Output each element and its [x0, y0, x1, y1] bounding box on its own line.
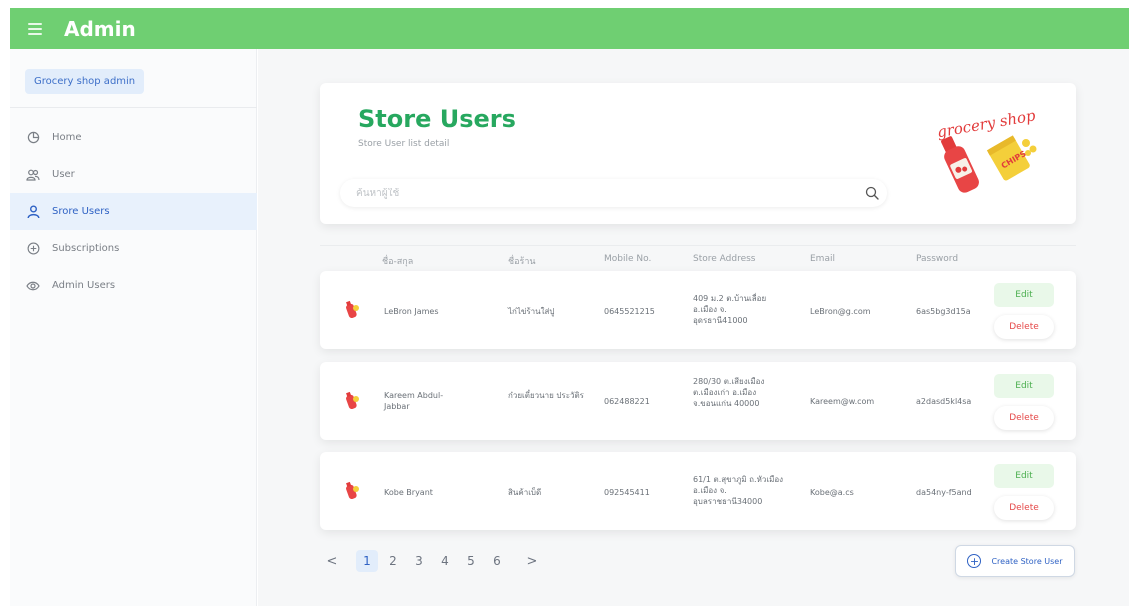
delete-button[interactable]: Delete — [994, 315, 1054, 339]
logo-text: grocery shop — [936, 106, 1037, 141]
sidebar-item-label: Home — [52, 132, 82, 143]
sidebar-item-subscriptions[interactable]: Subscriptions — [10, 230, 257, 267]
page-button-3[interactable]: 3 — [408, 550, 430, 572]
sidebar-item-home[interactable]: Home — [10, 119, 257, 156]
column-header-password: Password — [916, 254, 959, 264]
sidebar-item-label: User — [52, 169, 75, 180]
main-content: Store Users Store User list detail groce… — [258, 49, 1129, 606]
cell-email: LeBron@g.com — [810, 307, 871, 316]
sidebar-item-label: Admin Users — [52, 280, 116, 291]
column-header-name: ชื่อ-สกุล — [382, 257, 414, 267]
page-button-2[interactable]: 2 — [382, 550, 404, 572]
table-row: LeBron James ไก่ไข่ร้านใส่ปู 0645521215 … — [320, 271, 1076, 349]
page-header-card: Store Users Store User list detail groce… — [320, 83, 1076, 224]
cell-address: 409 ม.2 ต.บ้านเลื่อย อ.เมือง จ. อุดรธานี… — [693, 294, 767, 325]
app-title: Admin — [64, 16, 136, 41]
cell-address: 280/30 ต.เสียงเมือง ต.เมืองเก่า อ.เมือง … — [693, 377, 765, 408]
search-bar — [340, 179, 887, 207]
cell-name: LeBron James — [384, 307, 439, 316]
cell-mobile: 092545411 — [604, 488, 650, 497]
eye-icon — [26, 279, 40, 293]
table-row: Kareem Abdul-Jabbar ก๋วยเตี๋ยวนาย ประวัต… — [320, 362, 1076, 440]
grocery-shop-logo: grocery shop CHIPS — [936, 106, 1037, 193]
page-button-6[interactable]: 6 — [486, 550, 508, 572]
column-header-mobile: Mobile No. — [604, 254, 652, 264]
cell-password: 6as5bg3d15a — [916, 307, 971, 316]
plus-circle-icon — [26, 242, 40, 256]
delete-button[interactable]: Delete — [994, 496, 1054, 520]
avatar — [346, 481, 359, 500]
previous-page-button[interactable]: < — [322, 554, 342, 569]
page-title: Store Users — [358, 105, 516, 133]
cell-name: Kareem Abdul-Jabbar — [384, 391, 444, 411]
cell-mobile: 062488221 — [604, 397, 650, 406]
cell-mobile: 0645521215 — [604, 307, 655, 316]
avatar — [346, 391, 359, 410]
sidebar-item-admin-users[interactable]: Admin Users — [10, 267, 257, 304]
top-bar: Admin — [10, 8, 1129, 49]
create-store-user-button[interactable]: + Create Store User — [955, 545, 1075, 577]
page-button-5[interactable]: 5 — [460, 550, 482, 572]
avatar — [346, 300, 359, 319]
cell-address: 61/1 ต.สุขาภูมิ ถ.หัวเมือง อ.เมือง จ. อุ… — [693, 475, 784, 506]
column-header-address: Store Address — [693, 254, 756, 264]
plus-circle-icon: + — [967, 554, 982, 568]
user-icon — [26, 205, 40, 219]
delete-button[interactable]: Delete — [994, 406, 1054, 430]
pagination: < 1 2 3 4 5 6 > — [322, 549, 542, 573]
sidebar: Grocery shop admin Home User Srore Users — [10, 49, 257, 606]
cell-store: สินค้าเบ็ดี — [508, 488, 542, 497]
cell-password: a2dasd5kl4sa — [916, 397, 972, 406]
page-subtitle: Store User list detail — [358, 139, 450, 149]
cell-store: ก๋วยเตี๋ยวนาย ประวัติร — [508, 391, 584, 400]
search-icon[interactable] — [857, 179, 887, 207]
search-input[interactable] — [340, 187, 857, 199]
cell-name: Kobe Bryant — [384, 488, 433, 497]
create-button-label: Create Store User — [991, 556, 1063, 566]
cell-email: Kobe@a.cs — [810, 488, 854, 497]
edit-button[interactable]: Edit — [994, 283, 1054, 307]
cell-email: Kareem@w.com — [810, 397, 875, 406]
table-row: Kobe Bryant สินค้าเบ็ดี 092545411 61/1 ต… — [320, 452, 1076, 530]
cell-store: ไก่ไข่ร้านใส่ปู — [508, 307, 555, 316]
sidebar-item-store-users[interactable]: Srore Users — [10, 193, 257, 230]
hamburger-menu-icon[interactable] — [28, 22, 42, 35]
shop-name-badge[interactable]: Grocery shop admin — [25, 69, 145, 94]
edit-button[interactable]: Edit — [994, 464, 1054, 488]
cell-password: da54ny-f5and — [916, 488, 972, 497]
sidebar-divider — [10, 107, 257, 108]
table-header: ชื่อ-สกุล ชื่อร้าน Mobile No. Store Addr… — [320, 245, 1076, 271]
next-page-button[interactable]: > — [522, 554, 542, 569]
admin-page: Admin Grocery shop admin Home User Srore… — [0, 0, 1129, 606]
column-header-store: ชื่อร้าน — [508, 257, 536, 267]
sidebar-item-label: Subscriptions — [52, 243, 120, 254]
sidebar-item-user[interactable]: User — [10, 156, 257, 193]
page-button-4[interactable]: 4 — [434, 550, 456, 572]
sidebar-item-label: Srore Users — [52, 206, 110, 217]
column-header-email: Email — [810, 254, 835, 264]
sidebar-nav: Home User Srore Users Subscriptions Admi… — [10, 119, 257, 304]
pie-chart-icon — [26, 131, 40, 145]
edit-button[interactable]: Edit — [994, 374, 1054, 398]
users-icon — [26, 168, 40, 182]
page-button-1[interactable]: 1 — [356, 550, 378, 572]
